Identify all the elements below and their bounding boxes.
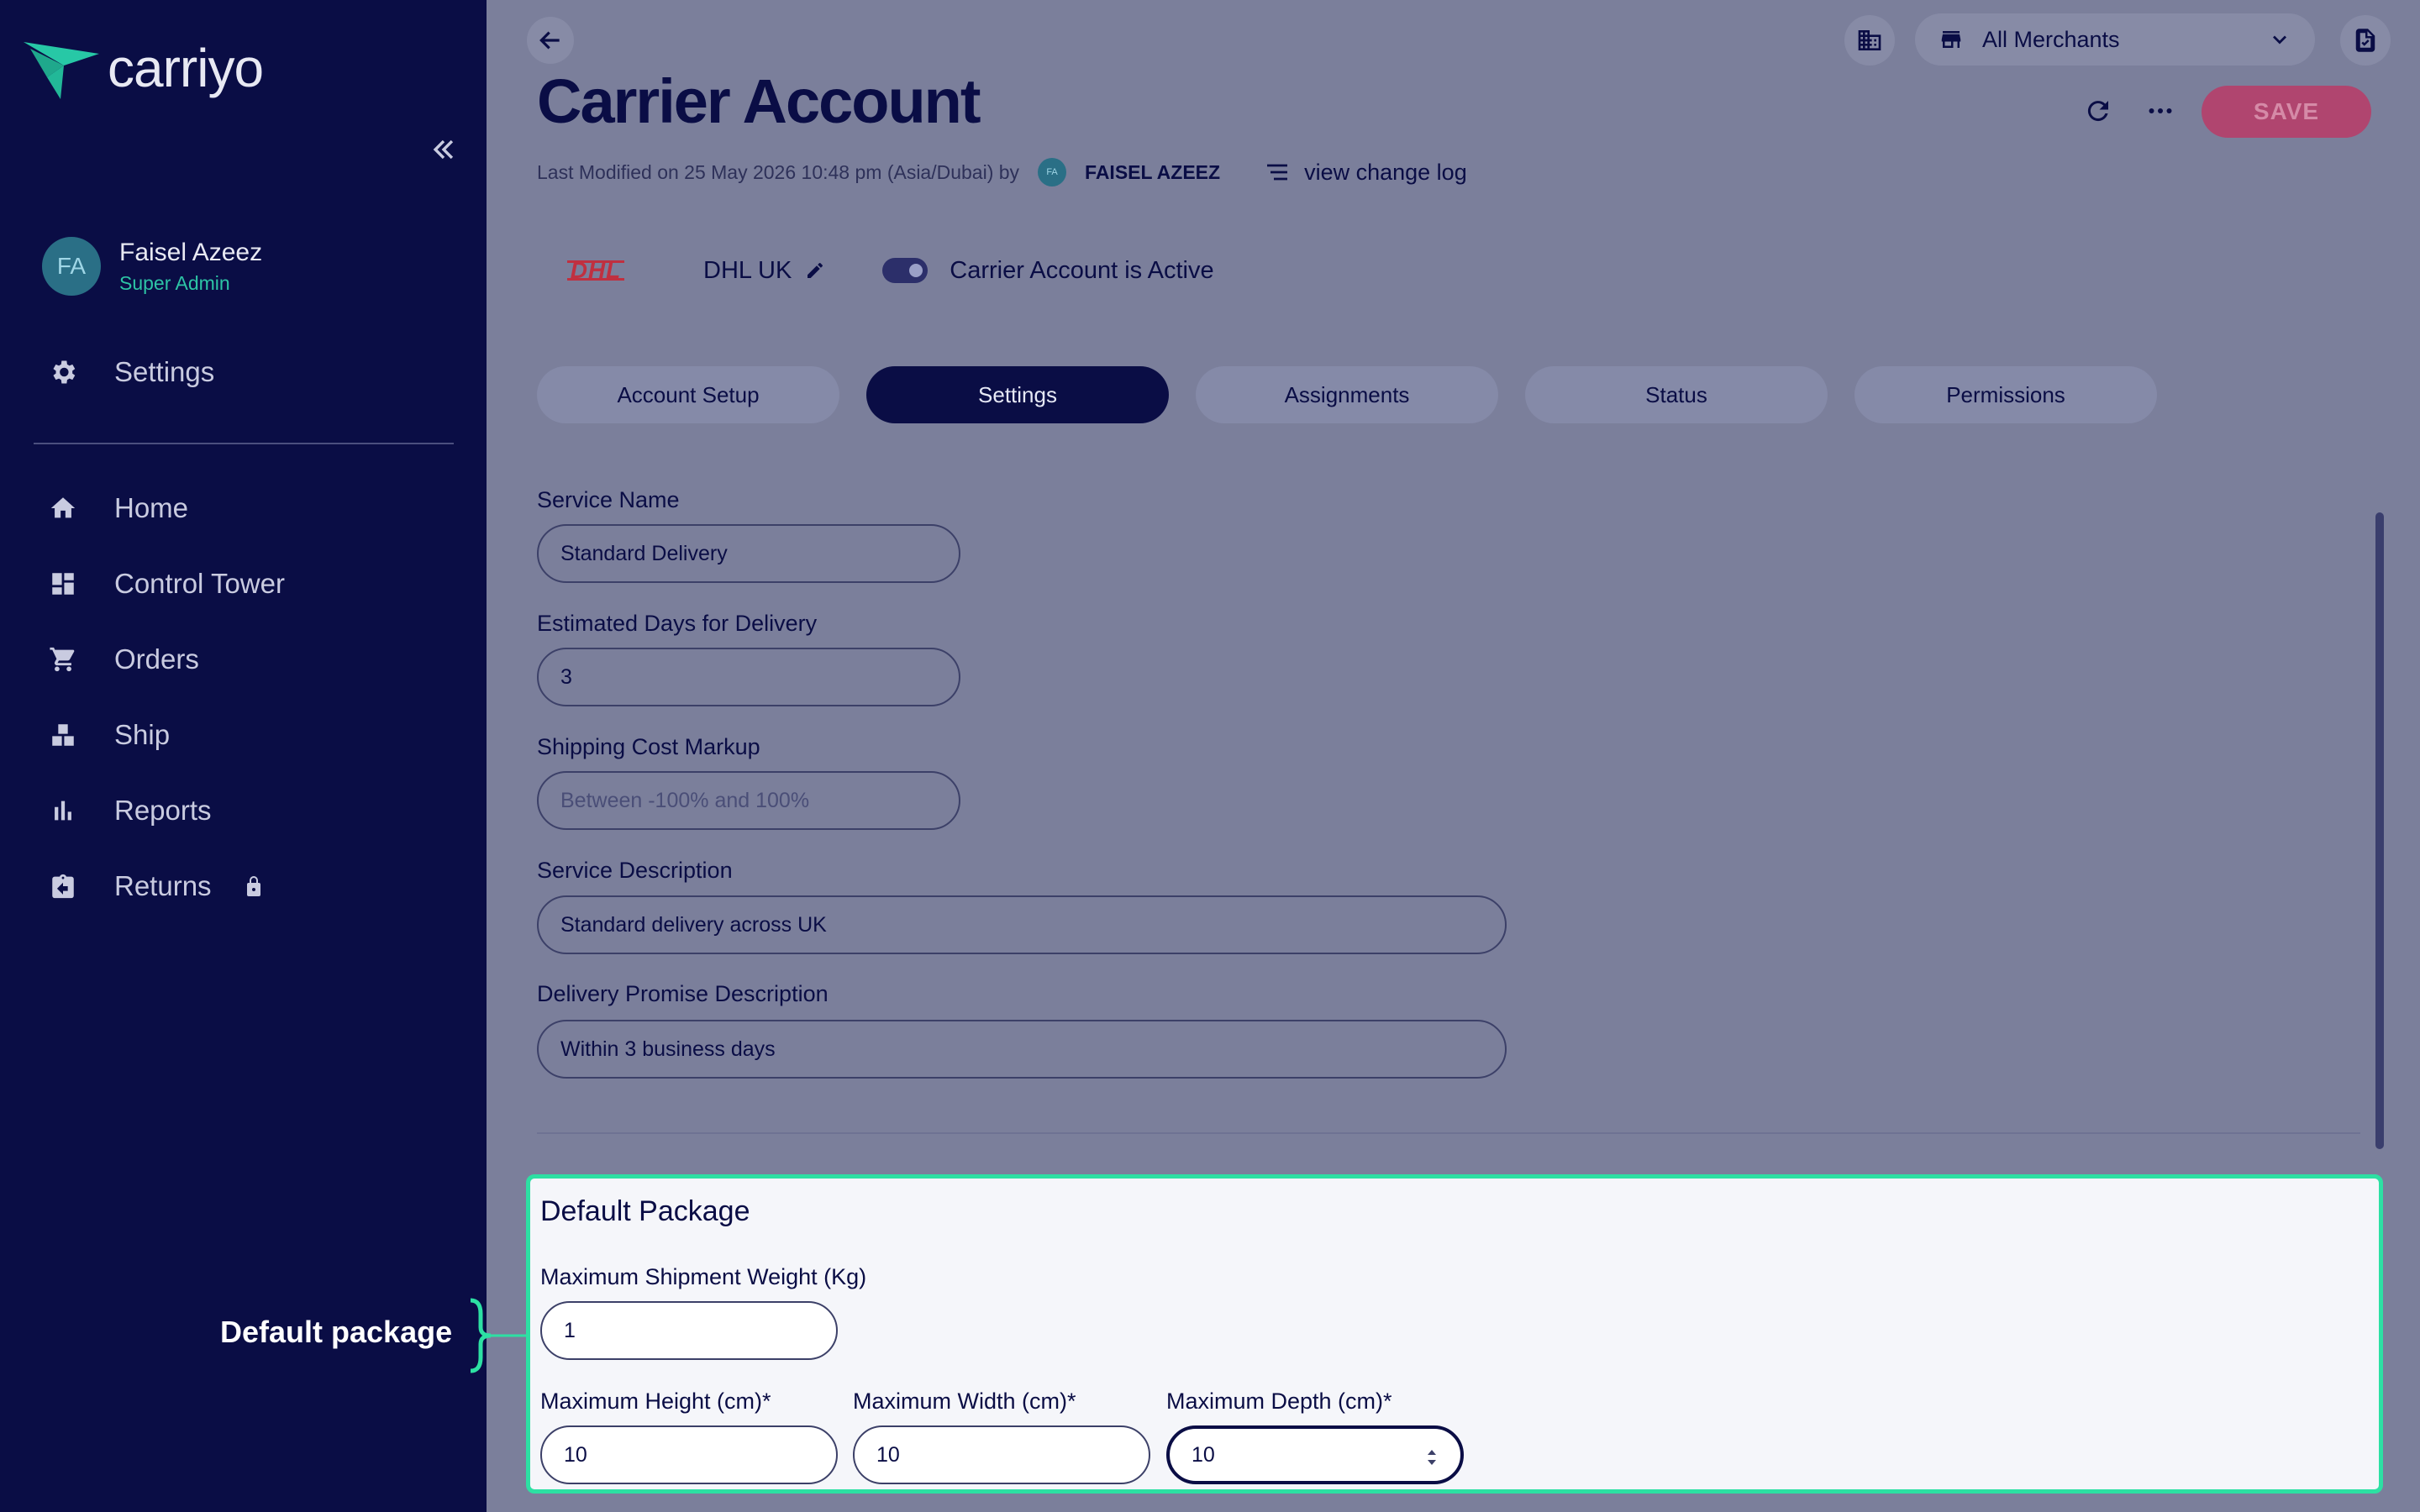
sidebar-item-orders[interactable]: Orders (47, 643, 199, 675)
store-icon (1941, 31, 1961, 48)
tab-account-setup[interactable]: Account Setup (537, 366, 839, 423)
max-height-label: Maximum Height (cm)* (540, 1389, 771, 1414)
back-button[interactable] (527, 17, 574, 64)
service-description-label: Service Description (537, 858, 733, 883)
save-button[interactable]: SAVE (2202, 86, 2371, 138)
carriyo-bird-icon (24, 42, 99, 99)
refresh-icon (2087, 101, 2108, 122)
list-icon (1267, 164, 1288, 181)
sidebar-item-settings[interactable]: Settings (47, 356, 214, 388)
carriyo-logo[interactable]: carriyo (22, 38, 264, 101)
sidebar-divider (34, 443, 454, 444)
estimated-days-label: Estimated Days for Delivery (537, 611, 818, 636)
sidebar-item-control-tower[interactable]: Control Tower (47, 568, 285, 600)
gear-icon (47, 356, 79, 388)
max-depth-value: 10 (1192, 1442, 1215, 1467)
default-package-title: Default Package (540, 1195, 750, 1227)
service-name-label: Service Name (537, 487, 680, 512)
building-icon (1858, 30, 1881, 50)
more-options-button[interactable] (2144, 94, 2177, 128)
promise-description-label: Delivery Promise Description (537, 981, 829, 1006)
return-box-icon (47, 870, 79, 902)
dashboard-icon (47, 568, 79, 600)
annotation-label: Default package (220, 1315, 453, 1349)
active-status-text: Carrier Account is Active (950, 256, 1214, 284)
tab-permissions[interactable]: Permissions (1854, 366, 2157, 423)
boxes-icon (47, 719, 79, 751)
user-role: Super Admin (119, 271, 230, 294)
carrier-logo: DHL (537, 252, 655, 289)
tab-assignments[interactable]: Assignments (1196, 366, 1498, 423)
user-profile[interactable]: FA Faisel Azeez Super Admin (42, 237, 262, 296)
last-modified: Last Modified on 25 May 2026 10:48 pm (A… (537, 158, 1467, 186)
user-name: Faisel Azeez (119, 238, 263, 266)
avatar: FA (42, 237, 101, 296)
default-package-panel: Default Package Maximum Shipment Weight … (526, 1174, 2383, 1494)
sidebar-item-reports[interactable]: Reports (47, 795, 212, 827)
cost-markup-input[interactable]: Between -100% and 100% (537, 771, 960, 830)
max-weight-input[interactable]: 1 (540, 1301, 838, 1360)
promise-description-input[interactable]: Within 3 business days (537, 1020, 1507, 1079)
section-divider (537, 1132, 2360, 1134)
refresh-button[interactable] (2081, 94, 2115, 128)
lock-icon (246, 876, 260, 896)
organization-button[interactable] (1844, 15, 1895, 66)
logo-text: carriyo (108, 38, 264, 98)
max-height-input[interactable]: 10 (540, 1425, 838, 1484)
sidebar-item-returns[interactable]: Returns (47, 870, 264, 902)
modified-user-avatar: FA (1038, 158, 1067, 186)
sidebar-item-home[interactable]: Home (47, 492, 188, 524)
cost-markup-label: Shipping Cost Markup (537, 734, 760, 759)
document-button[interactable] (2340, 15, 2391, 66)
double-chevron-left-icon (433, 139, 454, 160)
max-depth-input[interactable]: 10 (1166, 1425, 1464, 1484)
tab-status[interactable]: Status (1525, 366, 1828, 423)
scrollbar[interactable] (2375, 512, 2384, 1149)
sidebar-item-ship[interactable]: Ship (47, 719, 170, 751)
sidebar-item-label: Control Tower (114, 568, 285, 599)
tab-bar: Account Setup Settings Assignments Statu… (537, 366, 2184, 423)
changelog-label: view change log (1304, 159, 1467, 185)
sidebar-item-label: Returns (114, 870, 212, 901)
max-depth-label: Maximum Depth (cm)* (1166, 1389, 1392, 1414)
sidebar-item-label: Ship (114, 719, 171, 750)
active-toggle[interactable] (882, 258, 929, 283)
modified-text: Last Modified on 25 May 2026 10:48 pm (A… (537, 160, 1020, 183)
page-title: Carrier Account (537, 66, 981, 136)
document-check-icon (2355, 29, 2375, 52)
chevron-down-icon (2273, 35, 2286, 45)
sidebar-item-label: Orders (114, 643, 199, 675)
carrier-name: DHL UK (703, 256, 792, 284)
service-description-input[interactable]: Standard delivery across UK (537, 895, 1507, 954)
tab-settings[interactable]: Settings (866, 366, 1169, 423)
pencil-icon[interactable] (805, 260, 825, 281)
carrier-row: DHL DHL UK Carrier Account is Active (537, 252, 1214, 289)
ellipsis-icon (2149, 108, 2172, 113)
sidebar-item-label: Reports (114, 795, 212, 826)
arrow-left-icon (539, 31, 560, 50)
merchant-select-value: All Merchants (1982, 26, 2120, 52)
max-width-input[interactable]: 10 (853, 1425, 1150, 1484)
bar-chart-icon (47, 795, 79, 827)
modified-user-name: FAISEL AZEEZ (1085, 160, 1221, 183)
estimated-days-input[interactable]: 3 (537, 648, 960, 706)
stepper-arrows-icon[interactable] (1425, 1446, 1439, 1469)
max-weight-label: Maximum Shipment Weight (Kg) (540, 1264, 867, 1289)
max-width-label: Maximum Width (cm)* (853, 1389, 1076, 1414)
service-name-input[interactable]: Standard Delivery (537, 524, 960, 583)
sidebar: carriyo FA Faisel Azeez Super Admin Sett… (0, 0, 487, 1512)
view-change-log-link[interactable]: view change log (1264, 159, 1467, 186)
sidebar-item-label: Home (114, 492, 189, 523)
collapse-sidebar-button[interactable] (424, 130, 463, 169)
sidebar-item-label: Settings (114, 356, 215, 387)
cart-icon (47, 643, 79, 675)
merchant-select[interactable]: All Merchants (1915, 13, 2315, 66)
home-icon (47, 492, 79, 524)
